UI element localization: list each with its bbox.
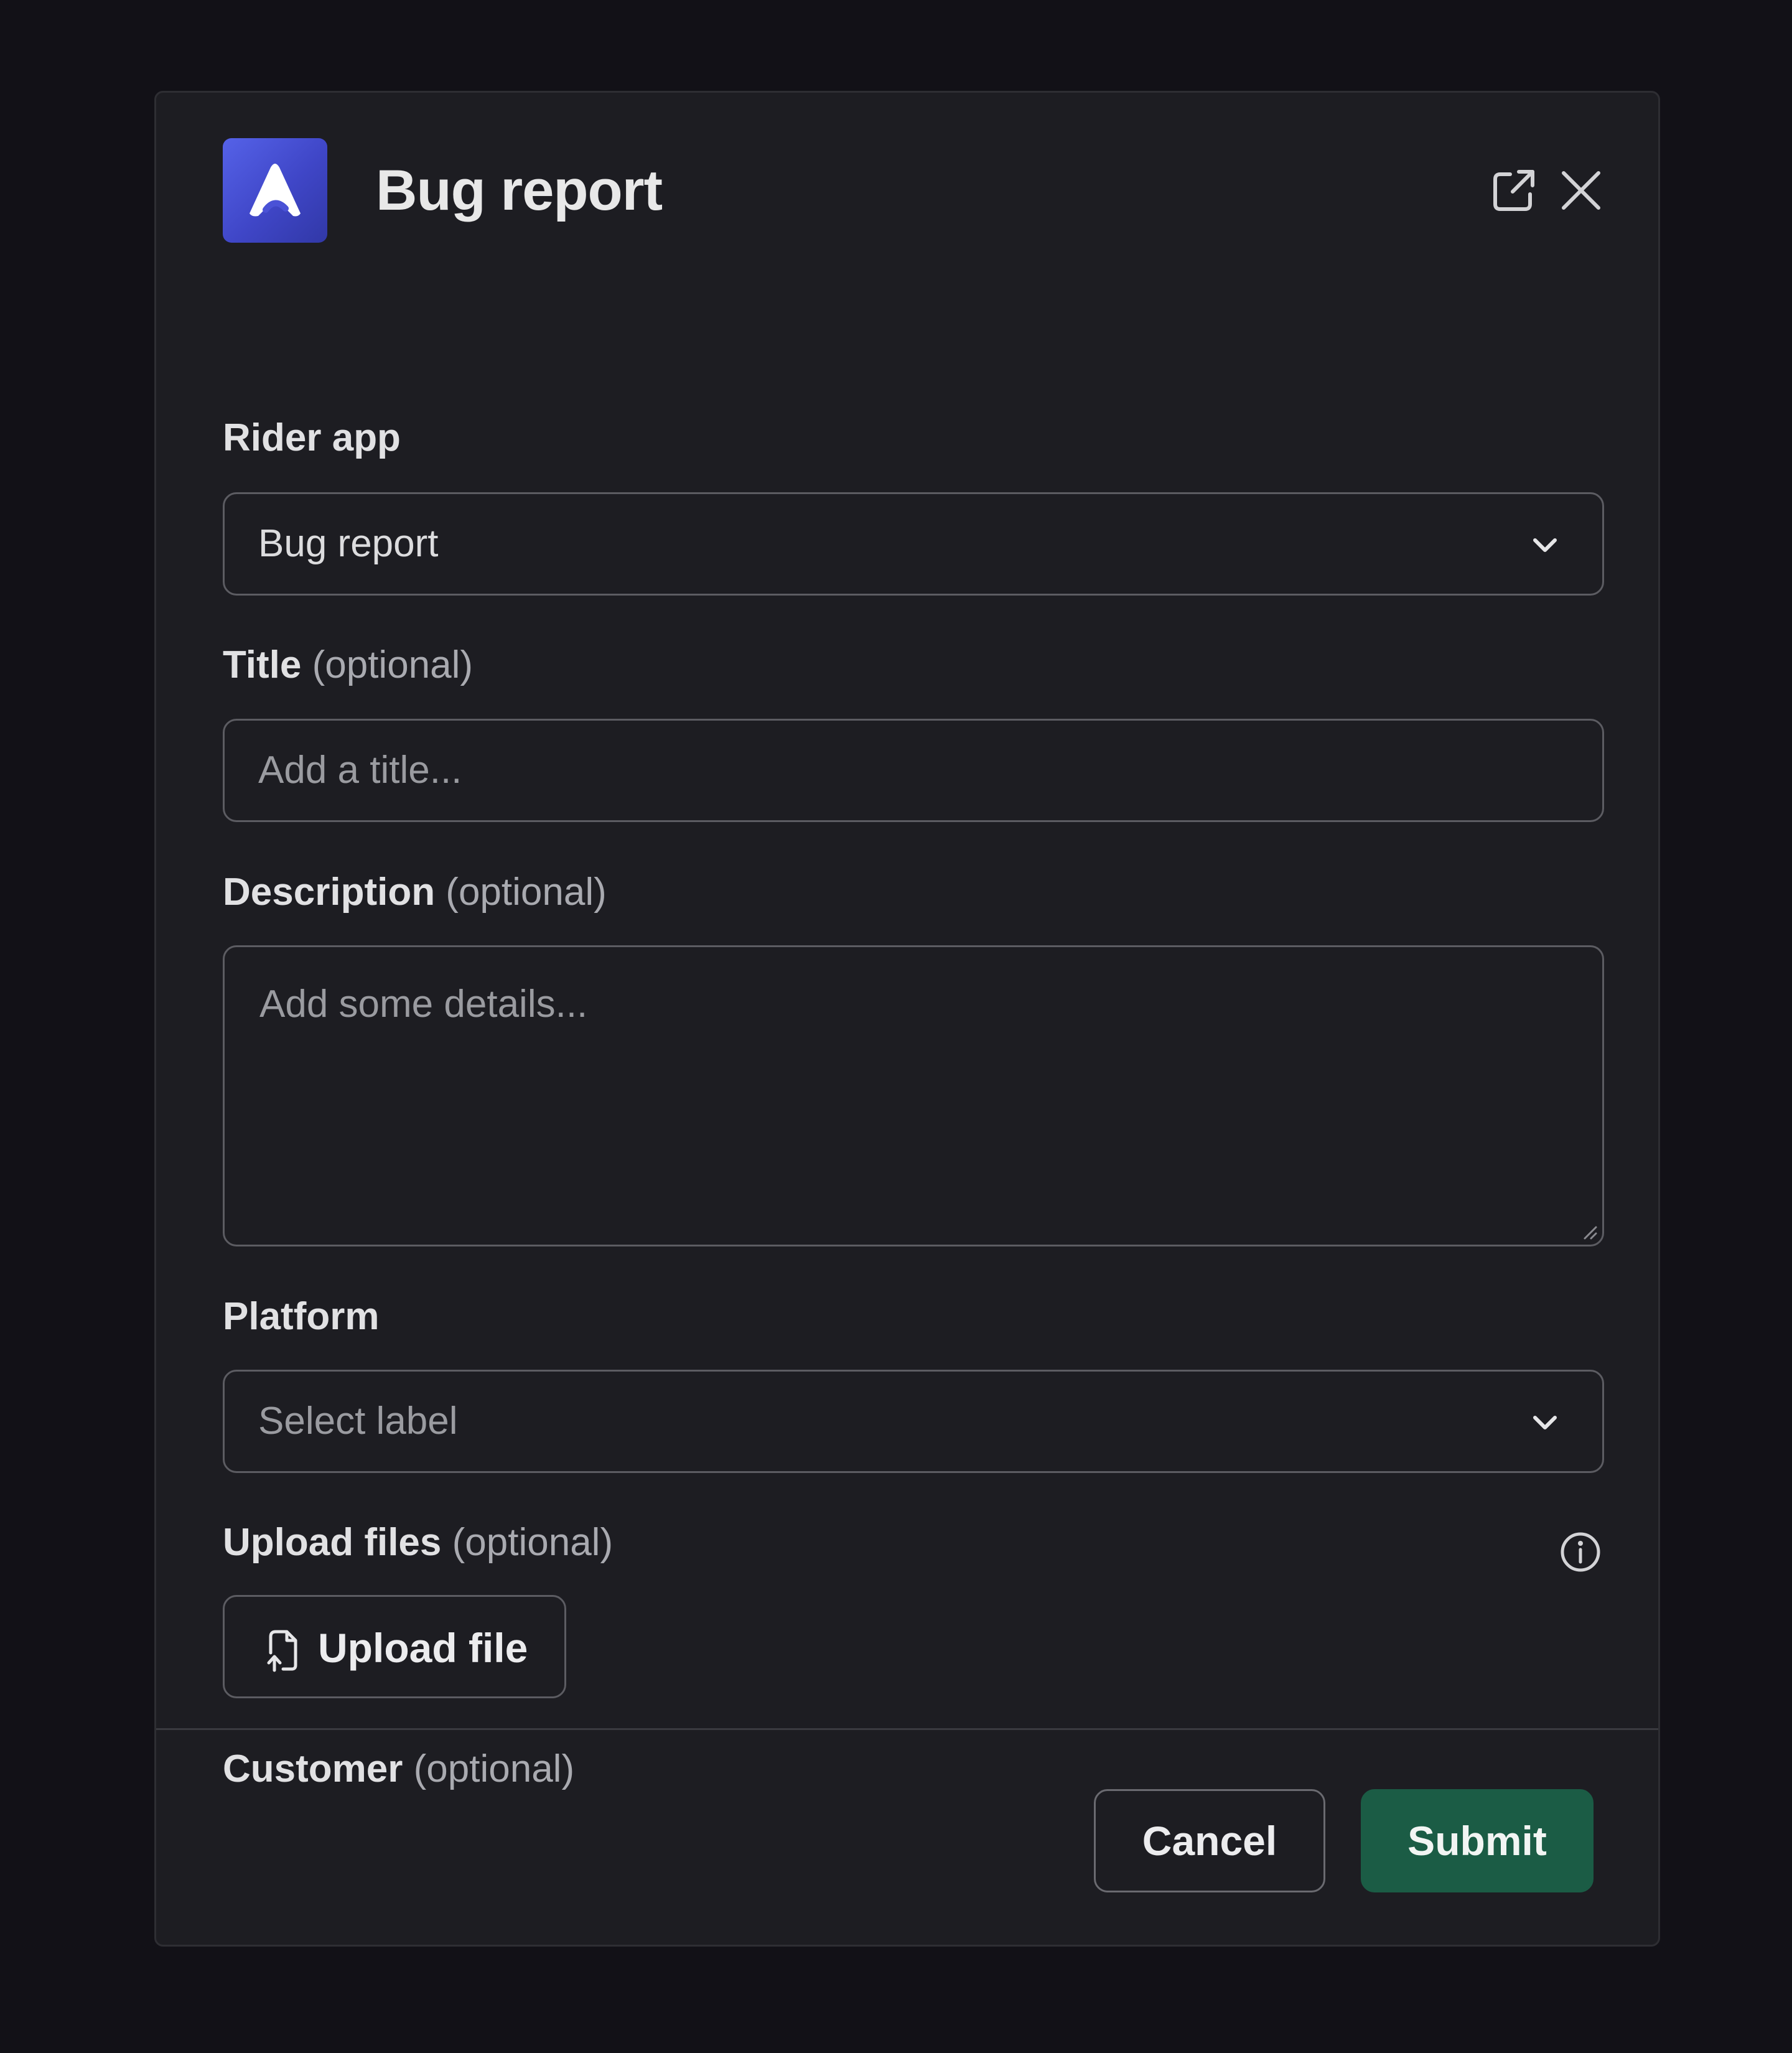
upload-file-label: Upload file: [318, 1625, 528, 1671]
modal-title: Bug report: [376, 159, 663, 222]
title-input[interactable]: Add a title...: [223, 719, 1604, 822]
bug-report-modal: Bug report Rider app Bug report Title (o…: [154, 91, 1660, 1947]
modal-header: Bug report: [223, 138, 1602, 243]
platform-placeholder: Select label: [258, 1400, 458, 1443]
description-label-text: Description: [223, 871, 436, 914]
description-label: Description (optional): [223, 869, 607, 916]
resize-handle-icon[interactable]: [1580, 1222, 1598, 1241]
title-optional-text: (optional): [312, 643, 474, 686]
info-icon[interactable]: [1559, 1530, 1602, 1574]
linear-logo-icon: [223, 138, 327, 243]
title-label: Title (optional): [223, 642, 473, 689]
platform-select[interactable]: Select label: [223, 1370, 1604, 1473]
chevron-down-icon: [1533, 1416, 1557, 1429]
file-upload-icon: [267, 1630, 297, 1672]
team-select-value: Bug report: [258, 522, 439, 565]
title-label-text: Title: [223, 643, 302, 686]
platform-label-text: Platform: [223, 1295, 380, 1338]
upload-file-button[interactable]: Upload file: [223, 1595, 566, 1698]
description-placeholder: Add some details...: [259, 983, 588, 1026]
submit-button[interactable]: Submit: [1361, 1789, 1594, 1892]
team-label-text: Rider app: [223, 416, 401, 459]
upload-label-text: Upload files: [223, 1521, 442, 1564]
cancel-button[interactable]: Cancel: [1094, 1789, 1325, 1892]
upload-optional-text: (optional): [452, 1521, 614, 1564]
description-textarea[interactable]: Add some details...: [223, 945, 1604, 1246]
modal-content: Bug report Rider app Bug report Title (o…: [156, 93, 1658, 1790]
team-label: Rider app: [223, 414, 401, 462]
platform-label: Platform: [223, 1293, 379, 1340]
title-placeholder: Add a title...: [258, 749, 462, 792]
description-optional-text: (optional): [446, 871, 607, 914]
team-select[interactable]: Bug report: [223, 492, 1604, 596]
open-external-icon[interactable]: [1485, 162, 1542, 219]
close-icon[interactable]: [1552, 162, 1610, 219]
chevron-down-icon: [1533, 538, 1557, 552]
upload-label: Upload files (optional): [223, 1519, 613, 1566]
modal-footer: Cancel Submit: [156, 1728, 1658, 1945]
